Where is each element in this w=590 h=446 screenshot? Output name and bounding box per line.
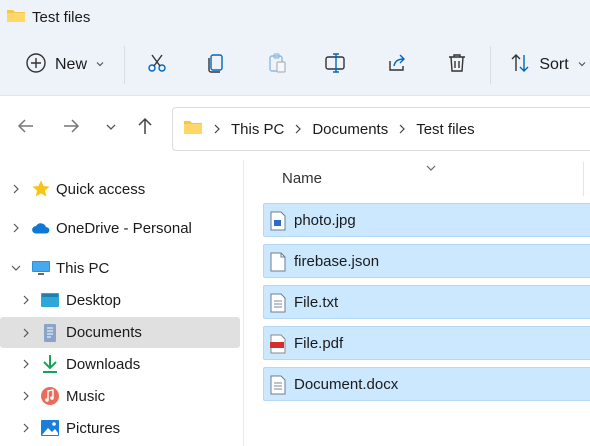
recent-locations-button[interactable]	[100, 117, 122, 139]
chevron-right-icon[interactable]	[21, 391, 31, 401]
chevron-right-icon[interactable]	[21, 295, 31, 305]
sidebar-item-onedrive[interactable]: OneDrive - Personal	[0, 213, 240, 243]
column-divider[interactable]	[583, 162, 584, 196]
file-name: firebase.json	[294, 252, 380, 270]
pictures-icon	[40, 418, 60, 438]
sidebar-item-label: This PC	[56, 259, 110, 277]
sidebar-item-label: Music	[66, 387, 106, 405]
chevron-right-icon[interactable]	[11, 223, 21, 233]
sort-icon	[509, 52, 531, 79]
sidebar-item-label: Downloads	[66, 355, 141, 373]
rename-icon	[324, 52, 348, 79]
up-button[interactable]	[134, 117, 156, 139]
scissors-icon	[146, 52, 168, 79]
sidebar-item-pictures[interactable]: Pictures	[0, 413, 240, 443]
sidebar-item-quick-access[interactable]: Quick access	[0, 174, 240, 204]
rename-button[interactable]	[319, 48, 353, 82]
monitor-icon	[31, 258, 51, 278]
file-name: Document.docx	[294, 375, 399, 393]
command-bar: New Sort	[0, 34, 590, 96]
documents-folder-icon	[40, 323, 60, 343]
share-icon	[386, 52, 408, 79]
sidebar-item-label: OneDrive - Personal	[56, 219, 192, 237]
copy-button[interactable]	[199, 48, 233, 82]
file-name: photo.jpg	[294, 211, 356, 229]
chevron-right-icon[interactable]	[11, 184, 21, 194]
sidebar-item-desktop[interactable]: Desktop	[0, 285, 240, 315]
folder-icon	[6, 7, 26, 27]
sidebar-item-label: Documents	[66, 324, 142, 341]
trash-icon	[446, 52, 468, 79]
column-header-name[interactable]: Name	[282, 170, 322, 187]
sort-chevron-icon[interactable]	[425, 160, 437, 177]
docx-file-icon	[270, 375, 286, 395]
forward-button[interactable]	[60, 117, 82, 139]
arrow-right-icon	[61, 116, 81, 140]
music-icon	[40, 386, 60, 406]
chevron-right-icon[interactable]	[21, 328, 31, 338]
star-icon	[31, 179, 51, 199]
copy-icon	[205, 52, 227, 79]
download-icon	[40, 354, 60, 374]
sidebar-item-downloads[interactable]: Downloads	[0, 349, 240, 379]
chevron-right-icon	[398, 122, 406, 137]
toolbar-divider	[490, 46, 491, 84]
sidebar-item-this-pc[interactable]: This PC	[0, 253, 240, 283]
delete-button[interactable]	[440, 48, 474, 82]
file-row-file-pdf[interactable]: File.pdf	[263, 326, 590, 360]
file-list: Name photo.jpg firebase.json File.txt Fi…	[245, 160, 590, 446]
address-bar[interactable]: This PC Documents Test files	[172, 107, 590, 151]
breadcrumb-this-pc[interactable]: This PC	[231, 121, 284, 138]
file-name: File.txt	[294, 293, 339, 311]
chevron-right-icon	[294, 122, 302, 137]
back-button[interactable]	[15, 117, 37, 139]
desktop-folder-icon	[40, 290, 60, 310]
plus-circle-icon	[25, 52, 47, 79]
window-title: Test files	[32, 8, 91, 26]
pdf-file-icon	[270, 334, 286, 354]
breadcrumb-documents[interactable]: Documents	[312, 121, 388, 138]
text-file-icon	[270, 293, 286, 313]
new-button[interactable]: New	[22, 48, 108, 82]
chevron-down-icon	[105, 120, 117, 137]
sort-button-label: Sort	[539, 56, 569, 73]
sidebar-item-label: Desktop	[66, 291, 122, 309]
navigation-pane: Quick access OneDrive - Personal This PC…	[0, 160, 244, 446]
sidebar-item-documents[interactable]: Documents	[0, 317, 240, 348]
sidebar-item-music[interactable]: Music	[0, 381, 240, 411]
file-row-file-txt[interactable]: File.txt	[263, 285, 590, 319]
file-name: File.pdf	[294, 334, 344, 352]
new-button-label: New	[54, 56, 87, 73]
sidebar-item-label: Quick access	[56, 180, 146, 198]
file-row-document-docx[interactable]: Document.docx	[263, 367, 590, 401]
file-row-firebase-json[interactable]: firebase.json	[263, 244, 590, 278]
sidebar-item-label: Pictures	[66, 419, 121, 437]
breadcrumb-test-files[interactable]: Test files	[416, 121, 474, 138]
chevron-right-icon[interactable]	[21, 423, 31, 433]
arrow-up-icon	[135, 116, 155, 140]
paste-button[interactable]	[260, 48, 294, 82]
chevron-right-icon[interactable]	[21, 359, 31, 369]
sort-button[interactable]: Sort	[508, 48, 588, 82]
cut-button[interactable]	[140, 48, 174, 82]
chevron-down-icon	[95, 56, 105, 74]
file-row-photo-jpg[interactable]: photo.jpg	[263, 203, 590, 237]
share-button[interactable]	[380, 48, 414, 82]
chevron-right-icon	[213, 122, 221, 137]
chevron-down-icon[interactable]	[11, 263, 21, 273]
title-bar: Test files	[0, 0, 590, 34]
folder-icon	[183, 119, 203, 139]
json-file-icon	[270, 252, 286, 272]
chevron-down-icon	[577, 56, 587, 74]
paste-icon	[266, 52, 288, 79]
cloud-icon	[31, 218, 51, 238]
image-file-icon	[270, 211, 286, 231]
toolbar-divider	[124, 46, 125, 84]
arrow-left-icon	[16, 116, 36, 140]
